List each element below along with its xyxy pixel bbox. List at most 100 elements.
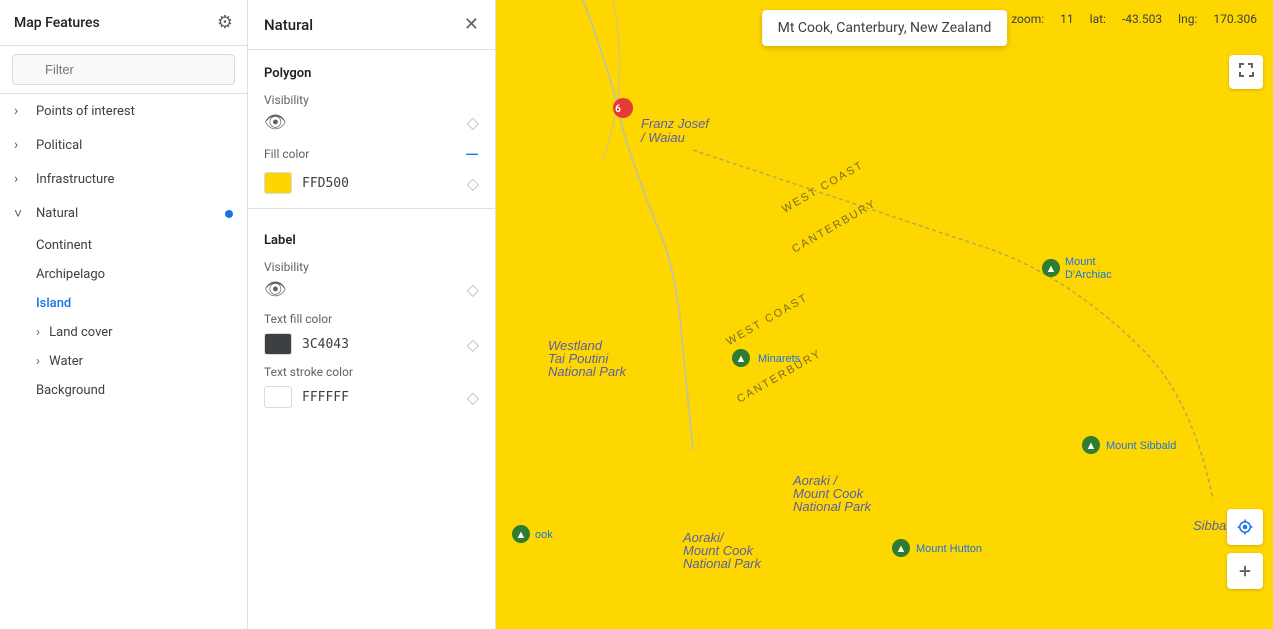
minarets-poi-icon: ▲ [736, 352, 747, 365]
mount-darchiac-label2: D'Archiac [1065, 269, 1112, 281]
sidebar-header: Map Features ⚙ [0, 0, 247, 46]
map-svg: WEST COAST CANTERBURY WEST COAST CANTERB… [496, 0, 1273, 629]
sidebar-item-political[interactable]: › Political [0, 128, 247, 162]
color-diamond-icon[interactable]: ◇ [467, 174, 479, 193]
sidebar-title: Map Features [14, 15, 100, 31]
label-visibility-label: Visibility [264, 260, 309, 274]
chevron-right-icon: › [14, 103, 28, 119]
sidebar-sub-background[interactable]: Background [0, 376, 247, 405]
sub-item-label: Background [36, 383, 105, 398]
sidebar-sub-island[interactable]: Island [0, 289, 247, 318]
map-topbar: zoom: 11 lat: -43.503 lng: 170.306 [995, 0, 1273, 38]
mount-sibbald-poi-icon: ▲ [1086, 439, 1097, 452]
diamond-icon[interactable]: ◇ [467, 113, 479, 132]
my-location-button[interactable] [1227, 509, 1263, 545]
westland-label3: National Park [548, 364, 628, 379]
zoom-in-button[interactable] [1227, 553, 1263, 589]
label-visibility-label-row: Visibility [248, 256, 495, 275]
text-fill-color-label: Text fill color [264, 312, 332, 326]
map-area[interactable]: zoom: 11 lat: -43.503 lng: 170.306 Mt Co… [496, 0, 1273, 629]
sub-item-label: Water [49, 354, 83, 369]
eye-icon[interactable]: 👁 [264, 112, 287, 133]
sidebar-sub-continent[interactable]: Continent [0, 231, 247, 260]
sidebar-sub-archipelago[interactable]: Archipelago [0, 260, 247, 289]
filter-wrap: ☰ [12, 54, 235, 85]
fill-color-label-row: Fill color — [248, 141, 495, 166]
lat-label: lat: [1090, 12, 1106, 26]
color-diamond-icon[interactable]: ◇ [467, 335, 479, 354]
west-coast-label-1: WEST COAST [780, 159, 866, 216]
label-section-title: Label [248, 217, 495, 256]
panel-title: Natural [264, 16, 313, 34]
filter-bar: ☰ [0, 46, 247, 94]
sidebar-item-label: Political [36, 138, 82, 153]
properties-panel: Natural ✕ Polygon Visibility 👁 ◇ Fill co… [248, 0, 496, 629]
close-button[interactable]: ✕ [464, 14, 479, 35]
minus-icon[interactable]: — [465, 145, 479, 166]
color-diamond-icon[interactable]: ◇ [467, 388, 479, 407]
filter-input[interactable] [12, 54, 235, 85]
chevron-down-icon: ˅ [14, 205, 28, 222]
fill-color-label: Fill color [264, 147, 309, 161]
text-stroke-color-row: FFFFFF ◇ [248, 380, 495, 414]
active-dot [225, 210, 233, 218]
zoom-label: zoom: [1011, 12, 1044, 26]
canterbury-label-1: CANTERBURY [790, 197, 879, 255]
settings-icon[interactable]: ⚙ [217, 12, 233, 33]
sidebar-item-natural[interactable]: ˅ Natural [0, 196, 247, 231]
divider [248, 208, 495, 209]
sidebar-item-label: Natural [36, 206, 78, 221]
text-stroke-color-value: FFFFFF [302, 390, 349, 405]
lat-value: -43.503 [1122, 12, 1162, 26]
sidebar-item-label: Infrastructure [36, 172, 114, 187]
text-stroke-color-swatch[interactable] [264, 386, 292, 408]
sidebar-item-infrastructure[interactable]: › Infrastructure [0, 162, 247, 196]
map-search-box: Mt Cook, Canterbury, New Zealand [762, 10, 1008, 46]
sub-item-label: Land cover [49, 325, 112, 340]
mount-darchiac-poi-icon: ▲ [1046, 262, 1057, 275]
polygon-section-title: Polygon [248, 50, 495, 89]
mount-hutton-label: Mount Hutton [916, 543, 982, 555]
sub-item-label: Continent [36, 238, 92, 253]
lng-label: lng: [1178, 12, 1197, 26]
sub-item-label: Island [36, 296, 71, 311]
left-label: ook [535, 529, 553, 541]
franz-josef-label2: / Waiau [640, 130, 685, 145]
zoom-value: 11 [1060, 12, 1074, 26]
text-fill-color-value: 3C4043 [302, 337, 349, 352]
fill-color-row: FFD500 ◇ [248, 166, 495, 200]
polygon-visibility-row: 👁 ◇ [248, 108, 495, 141]
sidebar-sub-water[interactable]: › Water [0, 347, 247, 376]
sidebar-item-points-of-interest[interactable]: › Points of interest [0, 94, 247, 128]
chevron-right-icon: › [36, 354, 40, 369]
diamond-icon[interactable]: ◇ [467, 280, 479, 299]
visibility-label-row: Visibility [248, 89, 495, 108]
mount-darchiac-label: Mount [1065, 256, 1096, 268]
franz-josef-number: 6 [615, 104, 621, 115]
map-controls [1227, 509, 1263, 589]
aoraki2-label3: National Park [683, 556, 763, 571]
visibility-label: Visibility [264, 93, 309, 107]
panel-header: Natural ✕ [248, 0, 495, 50]
chevron-right-icon: › [14, 137, 28, 153]
left-poi-icon: ▲ [516, 528, 527, 541]
sidebar-sub-land-cover[interactable]: › Land cover [0, 318, 247, 347]
sub-item-label: Archipelago [36, 267, 105, 282]
aoraki-label3: National Park [793, 499, 873, 514]
eye-icon[interactable]: 👁 [264, 279, 287, 300]
fullscreen-button[interactable] [1229, 55, 1263, 89]
minarets-label: Minarets [758, 353, 801, 365]
text-stroke-color-label: Text stroke color [264, 365, 353, 379]
text-fill-color-swatch[interactable] [264, 333, 292, 355]
lng-value: 170.306 [1213, 12, 1257, 26]
fill-color-swatch[interactable] [264, 172, 292, 194]
chevron-right-icon: › [36, 325, 40, 340]
chevron-right-icon: › [14, 171, 28, 187]
mount-hutton-poi-icon: ▲ [896, 542, 907, 555]
west-coast-label-2: WEST COAST [724, 291, 810, 348]
map-search-text: Mt Cook, Canterbury, New Zealand [778, 20, 992, 36]
franz-josef-label: Franz Josef [641, 116, 710, 131]
mount-sibbald-label: Mount Sibbald [1106, 440, 1176, 452]
text-fill-color-row: 3C4043 ◇ [248, 327, 495, 361]
label-visibility-row: 👁 ◇ [248, 275, 495, 308]
